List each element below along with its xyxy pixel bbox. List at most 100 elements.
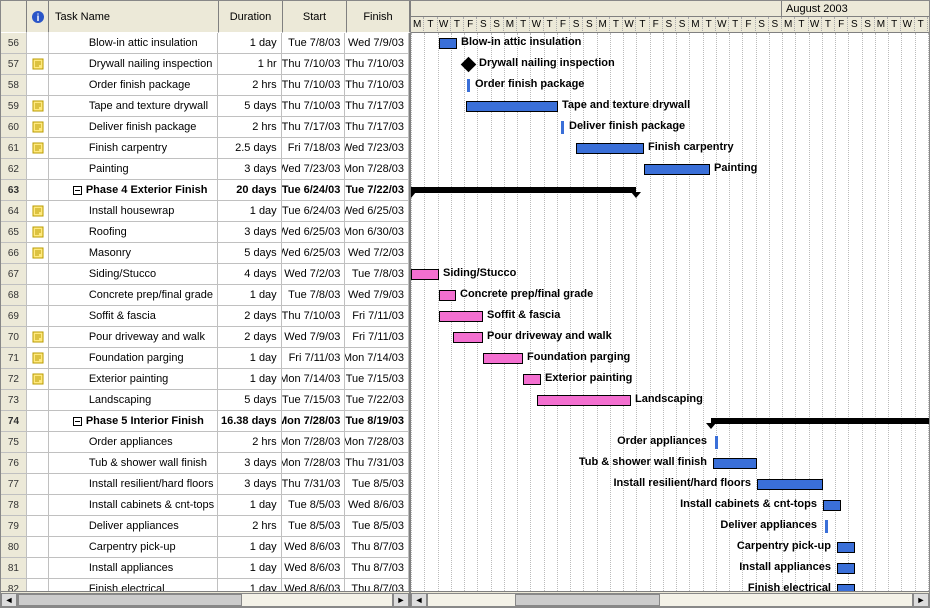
task-name-cell[interactable]: Painting xyxy=(49,159,218,179)
task-row[interactable]: 81Install appliances1 dayWed 8/6/03Thu 8… xyxy=(1,558,409,579)
finish-cell[interactable]: Wed 6/25/03 xyxy=(345,201,409,221)
start-cell[interactable]: Tue 8/5/03 xyxy=(282,495,346,515)
row-number[interactable]: 56 xyxy=(1,33,27,53)
task-row[interactable]: 78Install cabinets & cnt-tops1 dayTue 8/… xyxy=(1,495,409,516)
start-cell[interactable]: Tue 7/8/03 xyxy=(282,33,346,53)
task-row[interactable]: 59Tape and texture drywall5 daysThu 7/10… xyxy=(1,96,409,117)
col-header-start[interactable]: Start xyxy=(283,1,347,33)
task-name-cell[interactable]: Soffit & fascia xyxy=(49,306,218,326)
task-name-cell[interactable]: Carpentry pick-up xyxy=(49,537,218,557)
row-number[interactable]: 79 xyxy=(1,516,27,536)
row-number[interactable]: 62 xyxy=(1,159,27,179)
task-name-cell[interactable]: Install resilient/hard floors xyxy=(49,474,218,494)
task-row[interactable]: 79Deliver appliances2 hrsTue 8/5/03Tue 8… xyxy=(1,516,409,537)
duration-cell[interactable]: 1 day xyxy=(218,537,282,557)
duration-cell[interactable]: 1 day xyxy=(218,495,282,515)
finish-cell[interactable]: Tue 7/22/03 xyxy=(345,390,409,410)
gantt-chart[interactable]: Blow-in attic insulationDrywall nailing … xyxy=(411,33,929,591)
task-name-cell[interactable]: Deliver appliances xyxy=(49,516,218,536)
task-name-cell[interactable]: Install cabinets & cnt-tops xyxy=(49,495,218,515)
task-row[interactable]: 67Siding/Stucco4 daysWed 7/2/03Tue 7/8/0… xyxy=(1,264,409,285)
start-cell[interactable]: Thu 7/10/03 xyxy=(282,75,346,95)
task-row[interactable]: 68Concrete prep/final grade1 dayTue 7/8/… xyxy=(1,285,409,306)
task-name-cell[interactable]: Order finish package xyxy=(49,75,218,95)
task-name-cell[interactable]: Landscaping xyxy=(49,390,218,410)
duration-cell[interactable]: 2 hrs xyxy=(218,75,282,95)
finish-cell[interactable]: Thu 7/31/03 xyxy=(345,453,409,473)
start-cell[interactable]: Tue 6/24/03 xyxy=(282,201,346,221)
duration-cell[interactable]: 2 days xyxy=(218,327,282,347)
task-row[interactable]: 72Exterior painting1 dayMon 7/14/03Tue 7… xyxy=(1,369,409,390)
scroll-left-icon[interactable]: ◄ xyxy=(411,593,427,607)
task-row[interactable]: 73Landscaping5 daysTue 7/15/03Tue 7/22/0… xyxy=(1,390,409,411)
gantt-bar[interactable] xyxy=(523,374,541,385)
finish-cell[interactable]: Mon 7/28/03 xyxy=(345,159,409,179)
row-number[interactable]: 69 xyxy=(1,306,27,326)
outline-collapse-icon[interactable] xyxy=(73,417,82,426)
start-cell[interactable]: Thu 7/10/03 xyxy=(282,54,346,74)
start-cell[interactable]: Wed 8/6/03 xyxy=(282,537,346,557)
task-name-cell[interactable]: Finish electrical xyxy=(49,579,218,591)
row-number[interactable]: 70 xyxy=(1,327,27,347)
start-cell[interactable]: Thu 7/31/03 xyxy=(282,474,346,494)
gantt-bar[interactable] xyxy=(576,143,644,154)
row-number[interactable]: 81 xyxy=(1,558,27,578)
task-name-cell[interactable]: Pour driveway and walk xyxy=(49,327,218,347)
finish-cell[interactable]: Tue 8/19/03 xyxy=(345,411,409,431)
row-number[interactable]: 80 xyxy=(1,537,27,557)
row-number[interactable]: 71 xyxy=(1,348,27,368)
start-cell[interactable]: Tue 8/5/03 xyxy=(282,516,346,536)
row-number[interactable]: 58 xyxy=(1,75,27,95)
row-number[interactable]: 64 xyxy=(1,201,27,221)
task-row[interactable]: 65Roofing3 daysWed 6/25/03Mon 6/30/03 xyxy=(1,222,409,243)
row-number[interactable]: 68 xyxy=(1,285,27,305)
task-name-cell[interactable]: Concrete prep/final grade xyxy=(49,285,218,305)
task-grid[interactable]: 56Blow-in attic insulation1 dayTue 7/8/0… xyxy=(1,33,411,591)
gantt-tick[interactable] xyxy=(561,121,564,134)
task-row[interactable]: 57Drywall nailing inspection1 hrThu 7/10… xyxy=(1,54,409,75)
duration-cell[interactable]: 5 days xyxy=(218,243,282,263)
finish-cell[interactable]: Thu 7/17/03 xyxy=(345,96,409,116)
scroll-left-icon[interactable]: ◄ xyxy=(1,593,17,607)
summary-bar[interactable] xyxy=(411,187,636,193)
duration-cell[interactable]: 1 day xyxy=(218,348,282,368)
gantt-bar[interactable] xyxy=(823,500,841,511)
task-name-cell[interactable]: Drywall nailing inspection xyxy=(49,54,218,74)
task-row[interactable]: 64Install housewrap1 dayTue 6/24/03Wed 6… xyxy=(1,201,409,222)
gantt-hscroll[interactable]: ◄ ► xyxy=(411,592,929,608)
duration-cell[interactable]: 2 days xyxy=(218,306,282,326)
start-cell[interactable]: Wed 7/2/03 xyxy=(282,264,346,284)
task-name-cell[interactable]: Tape and texture drywall xyxy=(49,96,218,116)
finish-cell[interactable]: Tue 8/5/03 xyxy=(345,474,409,494)
start-cell[interactable]: Mon 7/28/03 xyxy=(282,453,346,473)
finish-cell[interactable]: Mon 7/14/03 xyxy=(345,348,409,368)
task-row[interactable]: 76Tub & shower wall finish3 daysMon 7/28… xyxy=(1,453,409,474)
finish-cell[interactable]: Wed 7/9/03 xyxy=(345,33,409,53)
task-row[interactable]: 66Masonry5 daysWed 6/25/03Wed 7/2/03 xyxy=(1,243,409,264)
gantt-tick[interactable] xyxy=(467,79,470,92)
col-header-finish[interactable]: Finish xyxy=(347,1,411,33)
finish-cell[interactable]: Tue 7/8/03 xyxy=(345,264,409,284)
start-cell[interactable]: Tue 6/24/03 xyxy=(282,180,346,200)
gantt-bar[interactable] xyxy=(483,353,523,364)
task-row[interactable]: 74Phase 5 Interior Finish16.38 daysMon 7… xyxy=(1,411,409,432)
duration-cell[interactable]: 3 days xyxy=(218,474,282,494)
duration-cell[interactable]: 3 days xyxy=(218,222,282,242)
task-row[interactable]: 58Order finish package2 hrsThu 7/10/03Th… xyxy=(1,75,409,96)
task-name-cell[interactable]: Deliver finish package xyxy=(49,117,218,137)
finish-cell[interactable]: Fri 7/11/03 xyxy=(345,327,409,347)
start-cell[interactable]: Thu 7/17/03 xyxy=(282,117,346,137)
task-row[interactable]: 63Phase 4 Exterior Finish20 daysTue 6/24… xyxy=(1,180,409,201)
start-cell[interactable]: Mon 7/28/03 xyxy=(282,432,346,452)
start-cell[interactable]: Wed 7/23/03 xyxy=(282,159,346,179)
task-row[interactable]: 70Pour driveway and walk2 daysWed 7/9/03… xyxy=(1,327,409,348)
duration-cell[interactable]: 1 day xyxy=(218,201,282,221)
task-row[interactable]: 69Soffit & fascia2 daysThu 7/10/03Fri 7/… xyxy=(1,306,409,327)
finish-cell[interactable]: Wed 7/2/03 xyxy=(345,243,409,263)
finish-cell[interactable]: Thu 7/17/03 xyxy=(345,117,409,137)
gantt-bar[interactable] xyxy=(757,479,823,490)
scroll-right-icon[interactable]: ► xyxy=(913,593,929,607)
duration-cell[interactable]: 20 days xyxy=(218,180,282,200)
duration-cell[interactable]: 1 day xyxy=(218,33,282,53)
finish-cell[interactable]: Mon 6/30/03 xyxy=(345,222,409,242)
